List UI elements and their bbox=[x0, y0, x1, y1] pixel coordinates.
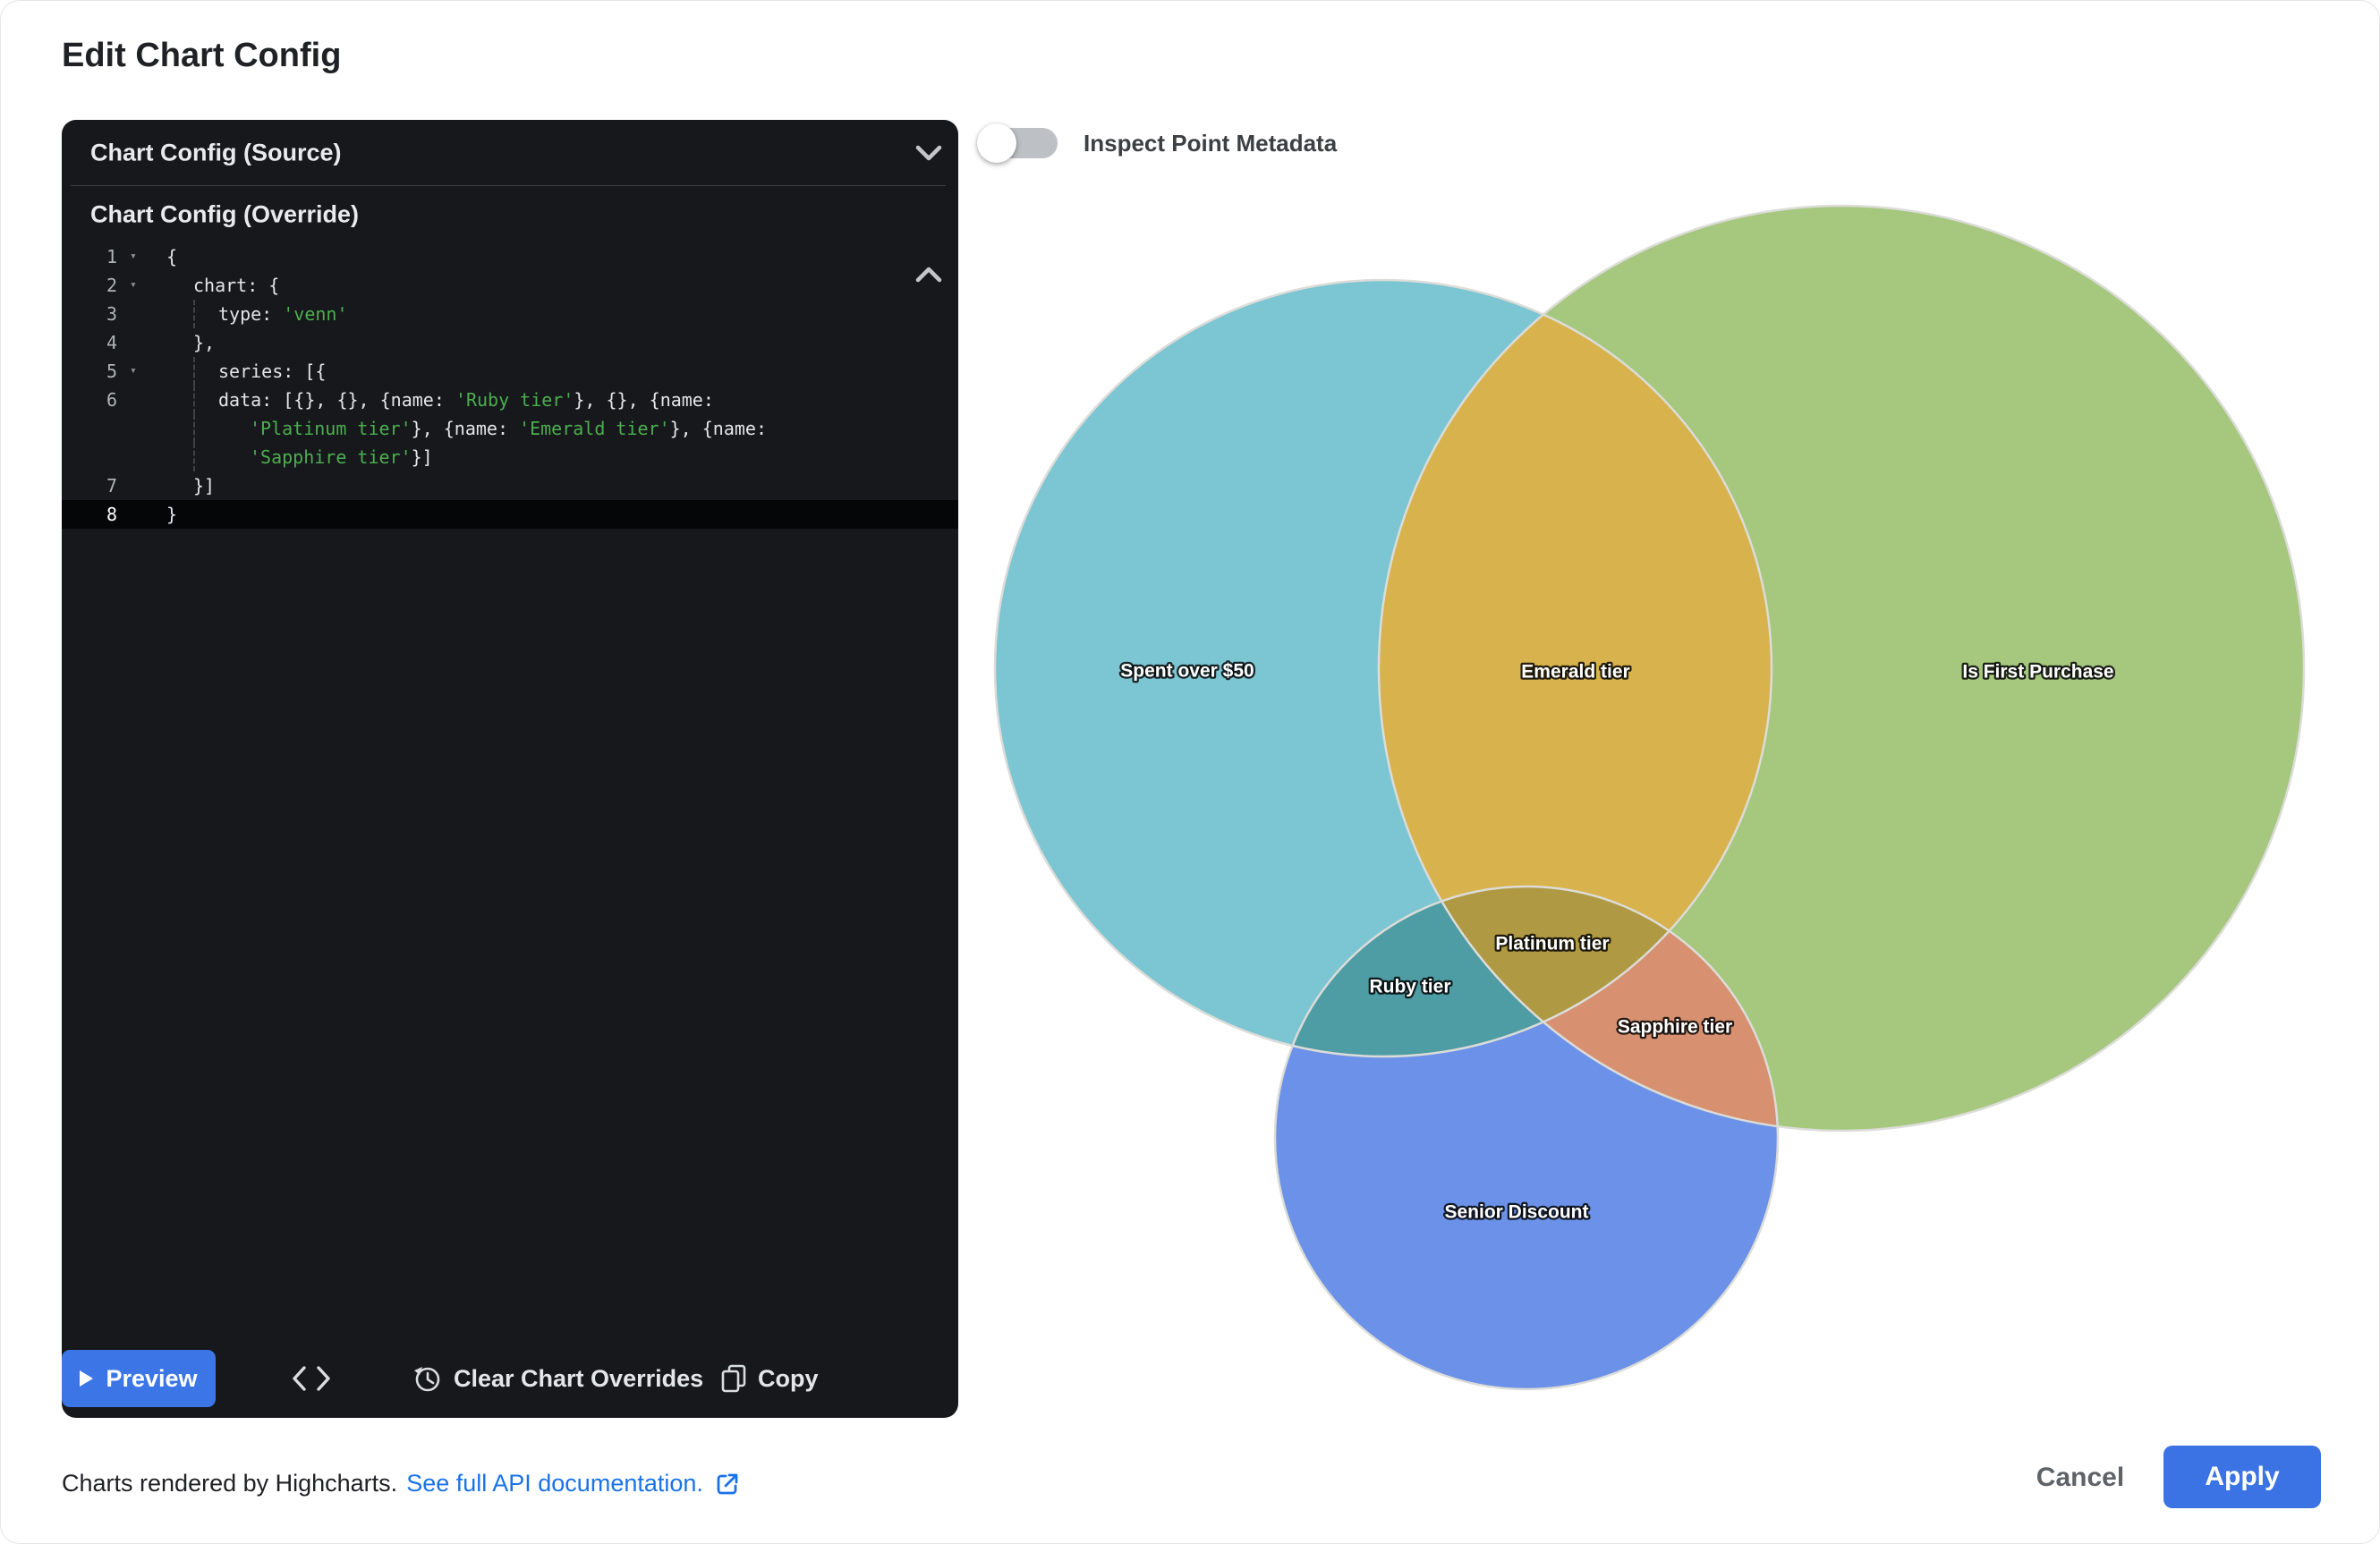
venn-region-spent-over-50[interactable] bbox=[995, 280, 1772, 1056]
venn-circle-outline-senior-discount bbox=[1275, 887, 1778, 1389]
line-number: 5 bbox=[62, 357, 117, 386]
cancel-button[interactable]: Cancel bbox=[2027, 1452, 2134, 1504]
venn-region-emerald-tier[interactable] bbox=[1379, 206, 2304, 1131]
line-number: 3 bbox=[62, 300, 117, 328]
section-chart-config-source[interactable]: Chart Config (Source) bbox=[62, 120, 958, 185]
venn-label-senior-discount: Senior Discount bbox=[1444, 1202, 1588, 1223]
code-text: { bbox=[166, 242, 177, 271]
history-icon bbox=[413, 1364, 442, 1393]
venn-region-platinum-tier[interactable] bbox=[1275, 887, 1778, 1389]
code-line-3[interactable]: 3 type: 'venn' bbox=[62, 300, 958, 328]
inspect-metadata-label: Inspect Point Metadata bbox=[1084, 130, 1337, 157]
edit-chart-config-dialog: Edit Chart Config Chart Config (Source) … bbox=[0, 0, 2380, 1544]
code-text: series: [{ bbox=[218, 357, 326, 386]
venn-label-is-first-purchase: Is First Purchase bbox=[1962, 662, 2113, 683]
inspect-metadata-toggle[interactable] bbox=[977, 123, 1058, 163]
indent-guide bbox=[193, 357, 195, 386]
open-in-new-icon bbox=[714, 1471, 741, 1497]
venn-region-is-first-purchase[interactable] bbox=[1379, 206, 2304, 1131]
line-number: 6 bbox=[62, 386, 117, 414]
code-view-button[interactable] bbox=[291, 1350, 332, 1407]
venn-region-sapphire-tier[interactable] bbox=[1275, 887, 1778, 1389]
clear-chart-overrides-label: Clear Chart Overrides bbox=[454, 1365, 703, 1393]
code-text: 'Sapphire tier'}] bbox=[250, 443, 433, 471]
venn-label-emerald-tier: Emerald tier bbox=[1521, 662, 1629, 683]
api-docs-link-label: See full API documentation. bbox=[406, 1470, 703, 1497]
code-line-5[interactable]: 5 ▾ series: [{ bbox=[62, 357, 958, 386]
line-number: 4 bbox=[62, 328, 117, 357]
code-line-wrap[interactable]: 'Sapphire tier'}] bbox=[62, 443, 958, 471]
api-docs-link[interactable]: See full API documentation. bbox=[406, 1470, 741, 1497]
indent-guide bbox=[193, 386, 195, 414]
preview-button[interactable]: Preview bbox=[62, 1350, 216, 1407]
chart-config-panel: Chart Config (Source) Chart Config (Over… bbox=[62, 120, 958, 1418]
toggle-knob bbox=[977, 123, 1016, 163]
line-number: 2 bbox=[62, 271, 117, 300]
chevron-down-icon[interactable] bbox=[914, 142, 944, 164]
venn-label-platinum-tier: Platinum tier bbox=[1495, 934, 1609, 954]
indent-guide bbox=[193, 443, 195, 471]
source-section-title: Chart Config (Source) bbox=[90, 139, 342, 166]
page-title: Edit Chart Config bbox=[62, 37, 341, 75]
venn-circle-outline-spent-over-50 bbox=[995, 280, 1772, 1056]
preview-label: Preview bbox=[106, 1365, 197, 1393]
venn-region-senior-discount[interactable] bbox=[1275, 887, 1778, 1389]
copy-button[interactable]: Copy bbox=[721, 1350, 819, 1407]
copy-label: Copy bbox=[758, 1365, 819, 1393]
indent-guide bbox=[193, 300, 195, 328]
indent-guide bbox=[193, 414, 195, 443]
code-text: chart: { bbox=[193, 271, 279, 300]
code-line-1[interactable]: 1 ▾ { bbox=[62, 242, 958, 271]
code-line-8[interactable]: 8} bbox=[62, 500, 958, 529]
venn-label-spent-over-50: Spent over $50 bbox=[1120, 661, 1254, 682]
line-number: 8 bbox=[62, 500, 117, 529]
play-icon bbox=[80, 1370, 93, 1387]
fold-arrow-icon[interactable]: ▾ bbox=[130, 242, 137, 271]
line-number: 1 bbox=[62, 242, 117, 271]
code-editor[interactable]: 1▾{2▾chart: {3type: 'venn'4},5▾series: [… bbox=[62, 242, 958, 529]
code-line-4[interactable]: 4}, bbox=[62, 328, 958, 357]
clear-chart-overrides-button[interactable]: Clear Chart Overrides bbox=[413, 1350, 703, 1407]
fold-arrow-icon[interactable]: ▾ bbox=[130, 357, 137, 386]
section-chart-config-override[interactable]: Chart Config (Override) bbox=[62, 186, 958, 242]
venn-region-ruby-tier[interactable] bbox=[1275, 887, 1778, 1389]
code-text: } bbox=[166, 500, 177, 529]
code-brackets-icon bbox=[291, 1365, 332, 1392]
apply-button-label: Apply bbox=[2205, 1462, 2279, 1492]
code-line-wrap[interactable]: 'Platinum tier'}, {name: 'Emerald tier'}… bbox=[62, 414, 958, 443]
copy-icon bbox=[721, 1364, 746, 1393]
code-text: }, bbox=[193, 328, 215, 357]
code-line-7[interactable]: 7}] bbox=[62, 471, 958, 500]
code-text: data: [{}, {}, {name: 'Ruby tier'}, {}, … bbox=[218, 386, 714, 414]
override-section-title: Chart Config (Override) bbox=[90, 200, 359, 228]
venn-circle-outline-is-first-purchase bbox=[1379, 206, 2304, 1131]
footer-credit-text: Charts rendered by Highcharts. bbox=[62, 1470, 397, 1497]
editor-toolbar: Clear Chart Overrides Copy Preview bbox=[62, 1350, 958, 1407]
venn-label-ruby-tier: Ruby tier bbox=[1369, 977, 1450, 997]
venn-label-sapphire-tier: Sapphire tier bbox=[1618, 1017, 1732, 1038]
code-text: }] bbox=[193, 471, 215, 500]
code-line-2[interactable]: 2 ▾ chart: { bbox=[62, 271, 958, 300]
footer: Charts rendered by Highcharts. See full … bbox=[62, 1470, 741, 1497]
code-text: 'Platinum tier'}, {name: 'Emerald tier'}… bbox=[250, 414, 767, 443]
apply-button[interactable]: Apply bbox=[2163, 1446, 2321, 1508]
fold-arrow-icon[interactable]: ▾ bbox=[130, 271, 137, 300]
inspect-metadata-row: Inspect Point Metadata bbox=[977, 123, 1337, 163]
code-line-6[interactable]: 6 data: [{}, {}, {name: 'Ruby tier'}, {},… bbox=[62, 386, 958, 414]
line-number: 7 bbox=[62, 471, 117, 500]
code-text: type: 'venn' bbox=[218, 300, 348, 328]
